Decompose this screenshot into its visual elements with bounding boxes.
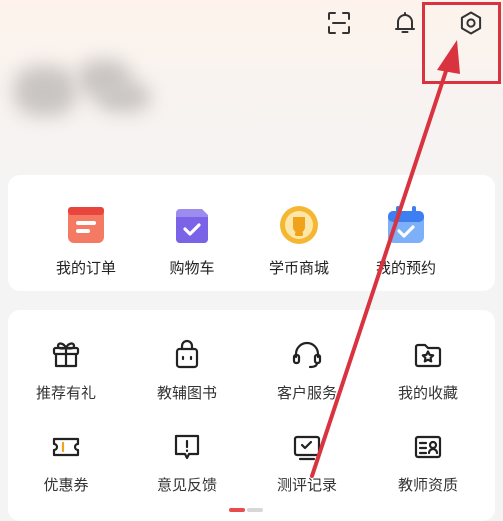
gift-icon <box>49 338 83 372</box>
highlight-annotation-box <box>422 2 501 84</box>
service-item-referral-gift[interactable]: 推荐有礼 <box>16 338 116 403</box>
teacher-certificate-icon <box>411 430 445 464</box>
coin-icon <box>277 203 321 247</box>
service-item-test-records[interactable]: 测评记录 <box>257 430 357 495</box>
headset-icon <box>290 338 324 372</box>
coupon-icon <box>49 430 83 464</box>
service-item-feedback[interactable]: 意见反馈 <box>137 430 237 495</box>
order-icon <box>64 203 108 247</box>
service-label: 教师资质 <box>397 476 458 494</box>
order-item-coin-mall[interactable]: 学币商城 <box>249 203 349 278</box>
service-label: 客户服务 <box>276 384 337 402</box>
favorite-folder-icon <box>411 338 445 372</box>
service-item-books[interactable]: 教辅图书 <box>137 338 237 403</box>
test-record-icon <box>290 430 324 464</box>
scan-icon[interactable] <box>324 8 354 38</box>
cart-icon <box>170 203 214 247</box>
page-indicator-inactive <box>247 508 263 512</box>
order-item-reservations[interactable]: 我的预约 <box>356 203 456 278</box>
service-item-favorites[interactable]: 我的收藏 <box>378 338 478 403</box>
order-item-my-orders[interactable]: 我的订单 <box>36 203 136 278</box>
order-label: 购物车 <box>169 259 215 277</box>
bell-icon[interactable] <box>390 8 420 38</box>
order-label: 我的预约 <box>375 259 436 277</box>
service-item-teacher-credentials[interactable]: 教师资质 <box>378 430 478 495</box>
orders-card: 我的订单 购物车 学币商城 我的预约 <box>8 175 495 291</box>
service-label: 测评记录 <box>276 476 337 494</box>
service-label: 我的收藏 <box>397 384 458 402</box>
order-item-cart[interactable]: 购物车 <box>142 203 242 278</box>
calendar-icon <box>384 203 428 247</box>
service-item-customer-service[interactable]: 客户服务 <box>257 338 357 403</box>
page-indicator-active <box>229 508 245 512</box>
bag-icon <box>170 338 204 372</box>
service-item-coupons[interactable]: 优惠券 <box>16 430 116 495</box>
service-label: 推荐有礼 <box>35 384 96 402</box>
services-card: 推荐有礼 教辅图书 客户服务 我的收藏 优惠券 意见反馈 测评记录 教师资质 <box>8 310 495 521</box>
service-label: 教辅图书 <box>156 384 217 402</box>
order-label: 学币商城 <box>268 259 329 277</box>
service-label: 意见反馈 <box>156 476 217 494</box>
feedback-icon <box>170 430 204 464</box>
service-label: 优惠券 <box>43 476 89 494</box>
order-label: 我的订单 <box>55 259 116 277</box>
